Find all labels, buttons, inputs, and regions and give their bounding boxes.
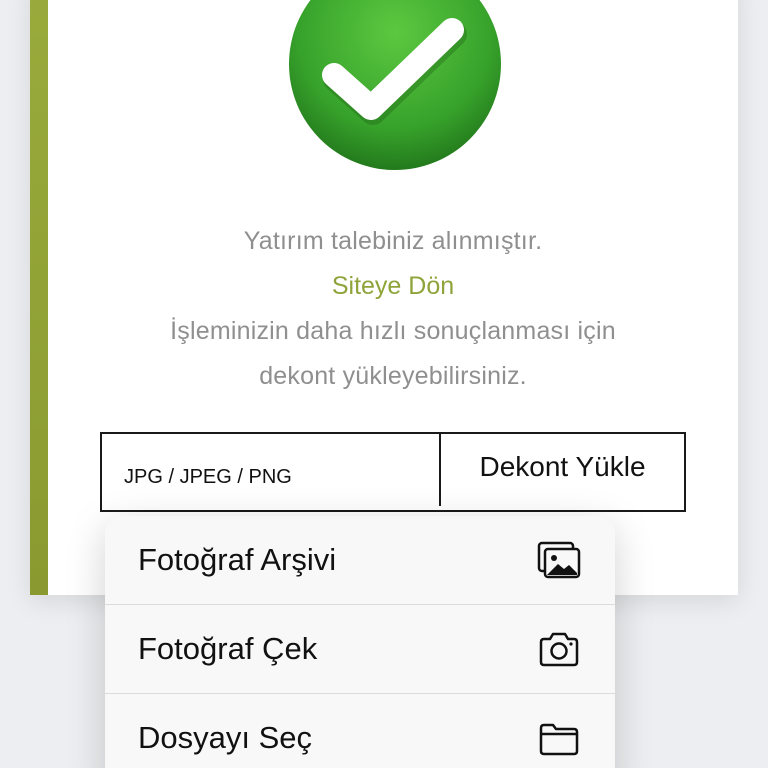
success-card: Yatırım talebiniz alınmıştır. Siteye Dön…: [30, 0, 738, 595]
accepted-file-types: JPG / JPEG / PNG: [124, 466, 292, 488]
menu-item-choose-file[interactable]: Dosyayı Seç: [105, 694, 615, 768]
upload-hint-line-2: dekont yükleyebilirsiniz.: [259, 362, 527, 390]
camera-icon: [539, 632, 579, 667]
upload-receipt-button[interactable]: Dekont Yükle: [441, 434, 684, 510]
menu-item-label: Dosyayı Seç: [138, 720, 313, 755]
folder-icon: [539, 723, 579, 756]
photo-library-icon: [537, 541, 581, 579]
return-to-site-link[interactable]: Siteye Dön: [48, 272, 738, 301]
menu-item-label: Fotoğraf Arşivi: [138, 542, 337, 577]
receipt-upload-field[interactable]: JPG / JPEG / PNG Dekont Yükle: [100, 432, 686, 512]
upload-hint-line-1: İşleminizin daha hızlı sonuçlanması için: [170, 317, 616, 345]
menu-item-photo-library[interactable]: Fotoğraf Arşivi: [105, 516, 615, 605]
card-accent-bar: [30, 0, 48, 595]
screen: Yatırım talebiniz alınmıştır. Siteye Dön…: [0, 0, 768, 768]
success-message: Yatırım talebiniz alınmıştır.: [243, 227, 543, 255]
menu-item-take-photo[interactable]: Fotoğraf Çek: [105, 605, 615, 694]
file-source-menu: Fotoğraf Arşivi Fotoğraf Çek Dosyayı Seç: [105, 516, 615, 768]
menu-item-label: Fotoğraf Çek: [138, 631, 318, 666]
success-checkmark-icon: [289, 0, 501, 170]
